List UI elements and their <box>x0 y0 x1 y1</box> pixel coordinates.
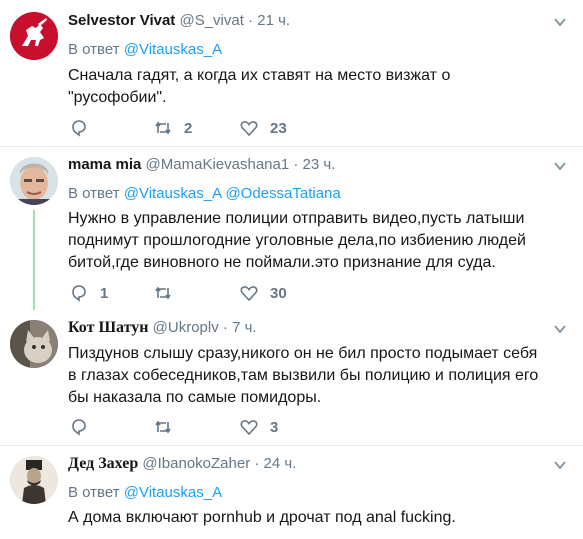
knight-coat-of-arms-icon[interactable] <box>10 12 58 60</box>
tweet[interactable]: Selvestor Vivat @S_vivat · 21 ч. В ответ… <box>0 0 583 146</box>
chevron-down-icon[interactable] <box>553 159 567 173</box>
reply-context: В ответ @Vitauskas_A <box>68 41 222 58</box>
tweet[interactable]: Кот Шатун @Ukroplv · 7 ч. Пиздунов слышу… <box>0 310 583 445</box>
user-handle[interactable]: @MamaKievashana1 <box>146 156 290 173</box>
chevron-down-icon[interactable] <box>553 15 567 29</box>
text-line: Пиздунов слышу сразу,никого он не бил пр… <box>68 345 538 362</box>
tweet-text: А дома включают pornhub и дрочат под ana… <box>68 507 573 529</box>
reply-button[interactable]: 1 <box>70 284 108 302</box>
tweet-header: Кот Шатун @Ukroplv · 7 ч. <box>68 319 257 337</box>
display-name[interactable]: Selvestor Vivat <box>68 12 175 29</box>
action-bar: 1 30 <box>68 284 548 304</box>
chevron-down-icon[interactable] <box>553 322 567 336</box>
reply-count: 1 <box>100 284 109 302</box>
retweet-icon <box>155 121 171 135</box>
reply-icon <box>72 419 86 436</box>
heart-icon <box>240 420 258 436</box>
cossack-portrait-icon[interactable] <box>10 456 58 504</box>
heart-icon <box>240 121 258 137</box>
reply-prefix: В ответ <box>68 185 120 202</box>
user-handle[interactable]: @IbanokoZaher <box>142 455 250 472</box>
replies-feed: Selvestor Vivat @S_vivat · 21 ч. В ответ… <box>0 0 583 539</box>
separator: · <box>254 455 260 472</box>
tweet[interactable]: mama mia @MamaKievashana1 · 23 ч. В отве… <box>0 147 583 310</box>
tweet-header: Дед Захер @IbanokoZaher · 24 ч. <box>68 455 296 473</box>
display-name[interactable]: Дед Захер <box>68 455 138 472</box>
reply-context: В ответ @Vitauskas_A @OdessaTatiana <box>68 185 341 202</box>
cat-photo-icon[interactable] <box>10 320 58 368</box>
separator: · <box>248 12 254 29</box>
retweet-button[interactable]: 2 <box>154 119 192 137</box>
timestamp[interactable]: 23 ч. <box>303 156 336 173</box>
like-count: 23 <box>270 119 287 137</box>
retweet-icon <box>155 286 171 300</box>
like-button[interactable]: 23 <box>240 119 287 137</box>
tweet-header: mama mia @MamaKievashana1 · 23 ч. <box>68 156 335 173</box>
like-button[interactable]: 3 <box>240 418 278 436</box>
user-handle[interactable]: @S_vivat <box>179 12 243 29</box>
reply-prefix: В ответ <box>68 484 120 501</box>
retweet-count: 2 <box>184 119 193 137</box>
text-line: поднимут прошлогодние уголовные дела,по … <box>68 232 526 249</box>
text-line: в глазах собеседников,там вызвили бы пол… <box>68 367 539 384</box>
mention-link[interactable]: @Vitauskas_A <box>124 41 222 58</box>
tweet-text: Пиздунов слышу сразу,никого он не бил пр… <box>68 343 573 409</box>
separator: · <box>293 156 299 173</box>
reply-icon <box>72 285 86 302</box>
like-count: 3 <box>270 418 279 436</box>
text-line: Нужно в управление полиции отправить вид… <box>68 210 525 227</box>
text-line: А дома включают pornhub и дрочат под ana… <box>68 509 456 526</box>
user-handle[interactable]: @Ukroplv <box>153 319 219 336</box>
man-portrait-icon[interactable] <box>10 157 58 205</box>
text-line: "русофобии". <box>68 89 167 106</box>
timestamp[interactable]: 7 ч. <box>232 319 257 336</box>
retweet-button[interactable] <box>154 284 184 302</box>
tweet-text: Сначала гадят, а когда их ставят на мест… <box>68 65 573 109</box>
display-name[interactable]: mama mia <box>68 156 141 173</box>
timestamp[interactable]: 24 ч. <box>264 455 297 472</box>
retweet-button[interactable] <box>154 418 184 436</box>
timestamp[interactable]: 21 ч. <box>257 12 290 29</box>
action-bar: 2 23 <box>68 119 548 139</box>
tweet-header: Selvestor Vivat @S_vivat · 21 ч. <box>68 12 290 29</box>
mention-link[interactable]: @Vitauskas_A <box>124 484 222 501</box>
chevron-down-icon[interactable] <box>553 458 567 472</box>
mention-link[interactable]: @Vitauskas_A <box>124 185 222 202</box>
display-name[interactable]: Кот Шатун <box>68 319 148 336</box>
like-button[interactable]: 30 <box>240 284 287 302</box>
reply-icon <box>72 120 86 137</box>
tweet[interactable]: Дед Захер @IbanokoZaher · 24 ч. В ответ … <box>0 446 583 539</box>
text-line: бы наказала по самые помидоры. <box>68 389 322 406</box>
retweet-icon <box>155 420 171 434</box>
heart-icon <box>240 286 258 302</box>
reply-button[interactable] <box>70 119 100 137</box>
reply-context: В ответ @Vitauskas_A <box>68 484 222 501</box>
separator: · <box>222 319 228 336</box>
text-line: Сначала гадят, а когда их ставят на мест… <box>68 67 451 84</box>
text-line: битой,где виновного не поймали.это призн… <box>68 254 496 271</box>
reply-button[interactable] <box>70 418 100 436</box>
like-count: 30 <box>270 284 287 302</box>
reply-prefix: В ответ <box>68 41 120 58</box>
mention-link[interactable]: @OdessaTatiana <box>225 185 340 202</box>
action-bar: 3 <box>68 418 548 438</box>
tweet-text: Нужно в управление полиции отправить вид… <box>68 208 573 274</box>
